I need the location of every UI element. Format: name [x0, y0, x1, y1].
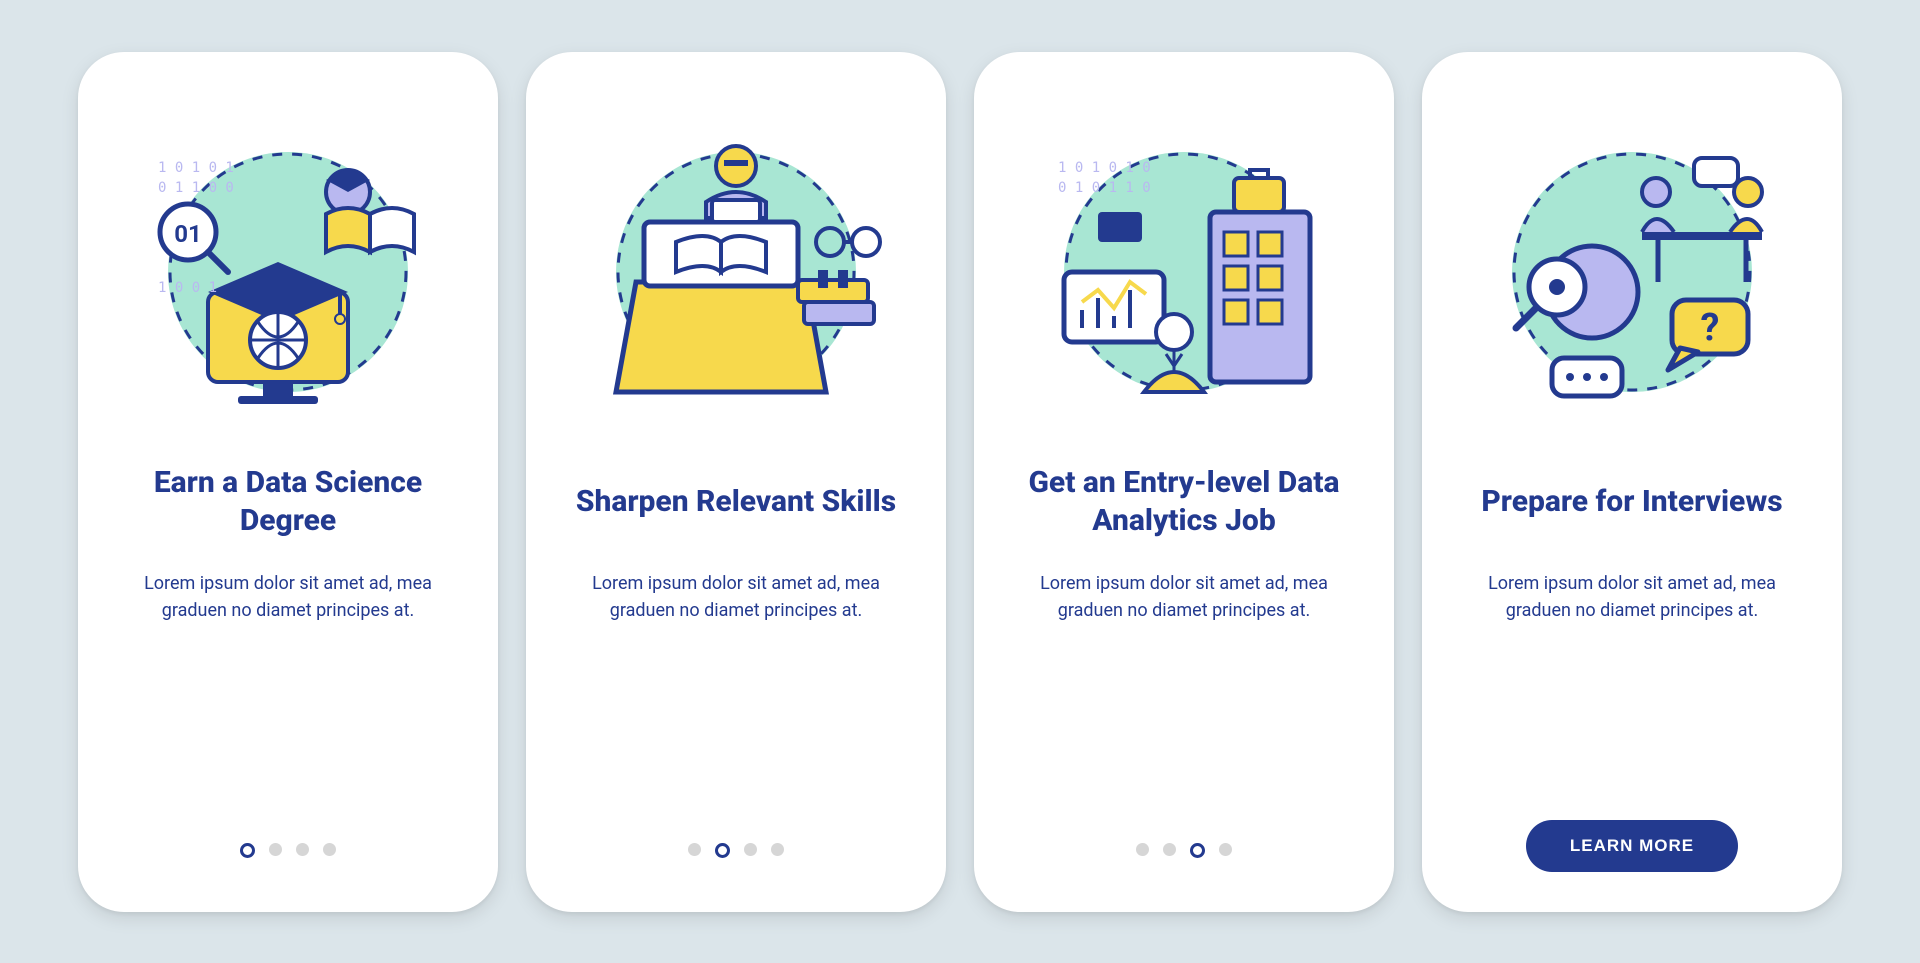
dot-4[interactable]: [323, 843, 336, 856]
dot-1[interactable]: [688, 843, 701, 856]
card-body: Lorem ipsum dolor sit amet ad, mea gradu…: [1024, 570, 1344, 626]
dot-4[interactable]: [1219, 843, 1232, 856]
dot-1[interactable]: [1136, 843, 1149, 856]
pagination-dots: [526, 843, 946, 858]
card-title: Earn a Data Science Degree: [118, 462, 458, 542]
skills-icon: [576, 112, 896, 432]
pagination-dots: [974, 843, 1394, 858]
degree-icon: 01 1 0 1 0 1 0 1 1 0 0 1 0 0 1: [128, 112, 448, 432]
dot-4[interactable]: [771, 843, 784, 856]
svg-text:1 0 1 0 1: 1 0 1 0 1: [158, 160, 234, 176]
onboarding-card-1: 01 1 0 1 0 1 0 1 1 0 0 1 0 0 1 Earn a Da…: [78, 52, 498, 912]
svg-text:0 1 0 1 1 0: 0 1 0 1 1 0: [1058, 180, 1151, 196]
svg-text:?: ?: [1701, 306, 1720, 350]
interview-icon: ?: [1472, 112, 1792, 432]
learn-more-button[interactable]: LEARN MORE: [1526, 820, 1738, 872]
card-body: Lorem ipsum dolor sit amet ad, mea gradu…: [576, 570, 896, 626]
dot-2[interactable]: [1163, 843, 1176, 856]
card-title: Get an Entry-level Data Analytics Job: [1014, 462, 1354, 542]
onboarding-card-4: ? Prepare for Interviews Lorem ipsum dol…: [1422, 52, 1842, 912]
card-body: Lorem ipsum dolor sit amet ad, mea gradu…: [128, 570, 448, 626]
job-icon: 1 0 1 0 1 0 0 1 0 1 1 0: [1024, 112, 1344, 432]
dot-3[interactable]: [296, 843, 309, 856]
dot-1[interactable]: [240, 843, 255, 858]
onboarding-card-3: 1 0 1 0 1 0 0 1 0 1 1 0 Get an Entry-lev…: [974, 52, 1394, 912]
dot-3[interactable]: [1190, 843, 1205, 858]
onboarding-card-2: Sharpen Relevant Skills Lorem ipsum dolo…: [526, 52, 946, 912]
card-title: Sharpen Relevant Skills: [576, 462, 896, 542]
svg-text:1 0 0 1: 1 0 0 1: [158, 280, 217, 296]
dot-3[interactable]: [744, 843, 757, 856]
pagination-dots: [78, 843, 498, 858]
svg-text:1 0 1 0 1 0: 1 0 1 0 1 0: [1058, 160, 1151, 176]
svg-text:01: 01: [174, 220, 202, 248]
dot-2[interactable]: [269, 843, 282, 856]
card-body: Lorem ipsum dolor sit amet ad, mea gradu…: [1472, 570, 1792, 626]
card-title: Prepare for Interviews: [1481, 462, 1782, 542]
dot-2[interactable]: [715, 843, 730, 858]
svg-text:0 1 1 0 0: 0 1 1 0 0: [158, 180, 234, 196]
